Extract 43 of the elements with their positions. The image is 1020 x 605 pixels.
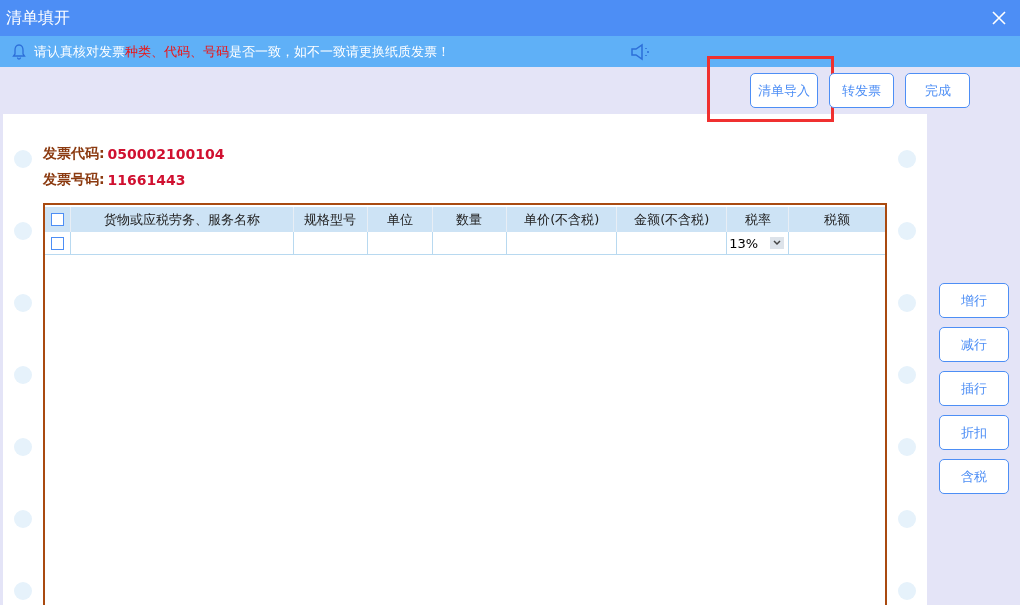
invoice-number-label: 发票号码: (43, 171, 105, 189)
action-button[interactable]: 减行 (939, 327, 1009, 362)
punch-hole (14, 366, 32, 384)
tax-rate-dropdown[interactable]: 13% (727, 235, 789, 251)
close-icon[interactable] (992, 11, 1006, 25)
punch-hole (898, 438, 916, 456)
column-header: 规格型号 (292, 207, 367, 232)
invoice-number: 11661443 (107, 172, 186, 188)
column-header: 单位 (366, 207, 432, 232)
toolbar-button[interactable]: 转发票 (829, 73, 894, 108)
punch-hole (898, 294, 916, 312)
punch-hole (898, 582, 916, 600)
column-header: 税额 (788, 207, 885, 232)
action-button[interactable]: 插行 (939, 371, 1009, 406)
action-button[interactable]: 增行 (939, 283, 1009, 318)
toolbar-button[interactable]: 清单导入 (750, 73, 818, 108)
caret-icon (770, 237, 785, 249)
column-header: 税率 (726, 207, 789, 232)
column-header: 货物或应税劳务、服务名称 (69, 207, 293, 232)
column-header: 数量 (431, 207, 507, 232)
punch-hole (14, 510, 32, 528)
speaker-icon[interactable] (630, 42, 652, 61)
column-header: 金额(不含税) (616, 207, 727, 232)
invoice-code-label: 发票代码: (43, 145, 105, 163)
select-all-checkbox[interactable] (51, 213, 64, 226)
row-checkbox[interactable] (51, 236, 64, 250)
punch-hole (14, 294, 32, 312)
action-button[interactable]: 含税 (939, 459, 1009, 494)
punch-hole (898, 510, 916, 528)
punch-hole (14, 438, 32, 456)
punch-hole (898, 366, 916, 384)
action-button[interactable]: 折扣 (939, 415, 1009, 450)
invoice-code: 050002100104 (107, 146, 225, 162)
bell-icon (12, 43, 26, 60)
toolbar-button[interactable]: 完成 (905, 73, 970, 108)
punch-hole (898, 222, 916, 240)
punch-hole (14, 150, 32, 168)
punch-hole (14, 222, 32, 240)
punch-hole (898, 150, 916, 168)
punch-hole (14, 582, 32, 600)
notice-text: 请认真核对发票种类、代码、号码是否一致，如不一致请更换纸质发票！ (34, 42, 451, 61)
column-header: 单价(不含税) (506, 207, 617, 232)
window-title: 清单填开 (6, 7, 70, 29)
